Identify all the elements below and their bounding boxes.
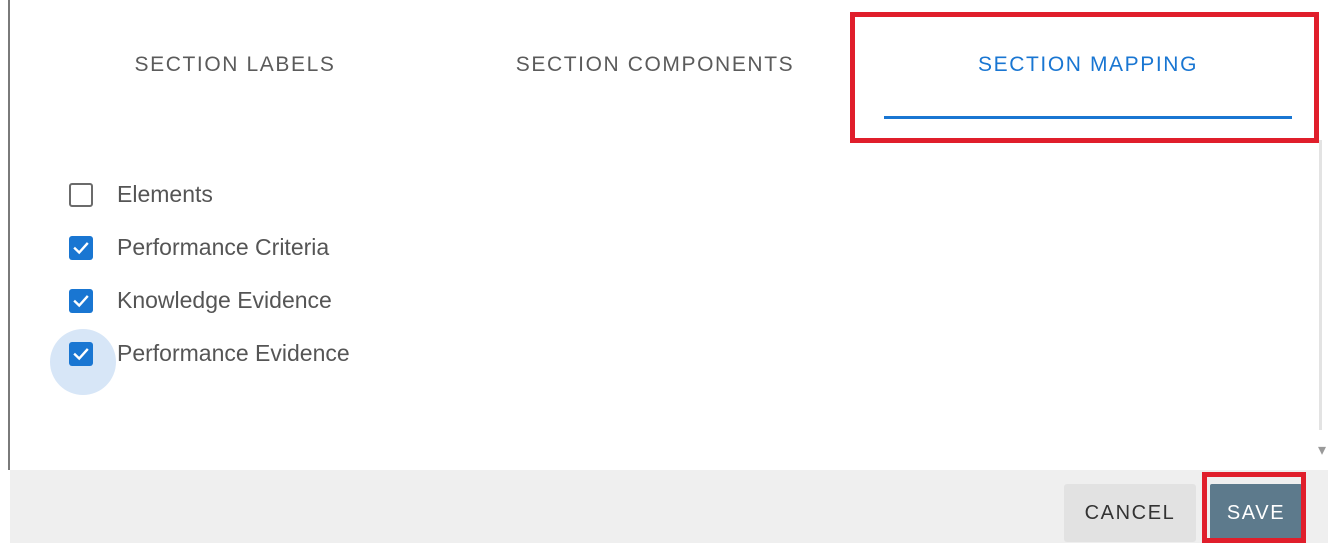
option-label: Elements	[117, 181, 213, 207]
save-button[interactable]: SAVE	[1210, 484, 1302, 542]
check-icon	[73, 241, 89, 254]
active-tab-indicator	[884, 116, 1292, 119]
tab-section-components[interactable]: SECTION COMPONENTS	[460, 0, 850, 130]
option-label: Knowledge Evidence	[117, 287, 332, 313]
scroll-down-arrow-icon[interactable]: ▾	[1318, 440, 1326, 460]
option-performance-evidence[interactable]: Performance Evidence	[50, 327, 350, 395]
dialog-footer: CANCEL SAVE	[10, 470, 1328, 543]
check-icon	[73, 347, 89, 360]
scrollbar-track[interactable]	[1319, 140, 1322, 430]
option-knowledge-evidence[interactable]: Knowledge Evidence	[60, 274, 350, 327]
option-performance-criteria[interactable]: Performance Criteria	[60, 221, 350, 274]
option-label: Performance Evidence	[117, 340, 350, 366]
cancel-button[interactable]: CANCEL	[1064, 484, 1196, 542]
performance-evidence-checkbox[interactable]	[69, 341, 93, 366]
section-mapping-options: Elements Performance Criteria Knowledge …	[50, 168, 350, 395]
check-icon	[73, 294, 89, 307]
performance-criteria-checkbox[interactable]	[69, 235, 93, 260]
option-elements[interactable]: Elements	[60, 168, 350, 221]
knowledge-evidence-checkbox[interactable]	[69, 288, 93, 313]
section-settings-dialog: SECTION LABELS SECTION COMPONENTS SECTIO…	[0, 0, 1328, 543]
tab-bar: SECTION LABELS SECTION COMPONENTS SECTIO…	[10, 0, 1318, 130]
option-label: Performance Criteria	[117, 234, 330, 260]
tab-section-mapping[interactable]: SECTION MAPPING	[884, 0, 1292, 130]
tab-section-labels[interactable]: SECTION LABELS	[50, 0, 420, 130]
elements-checkbox[interactable]	[69, 182, 93, 207]
